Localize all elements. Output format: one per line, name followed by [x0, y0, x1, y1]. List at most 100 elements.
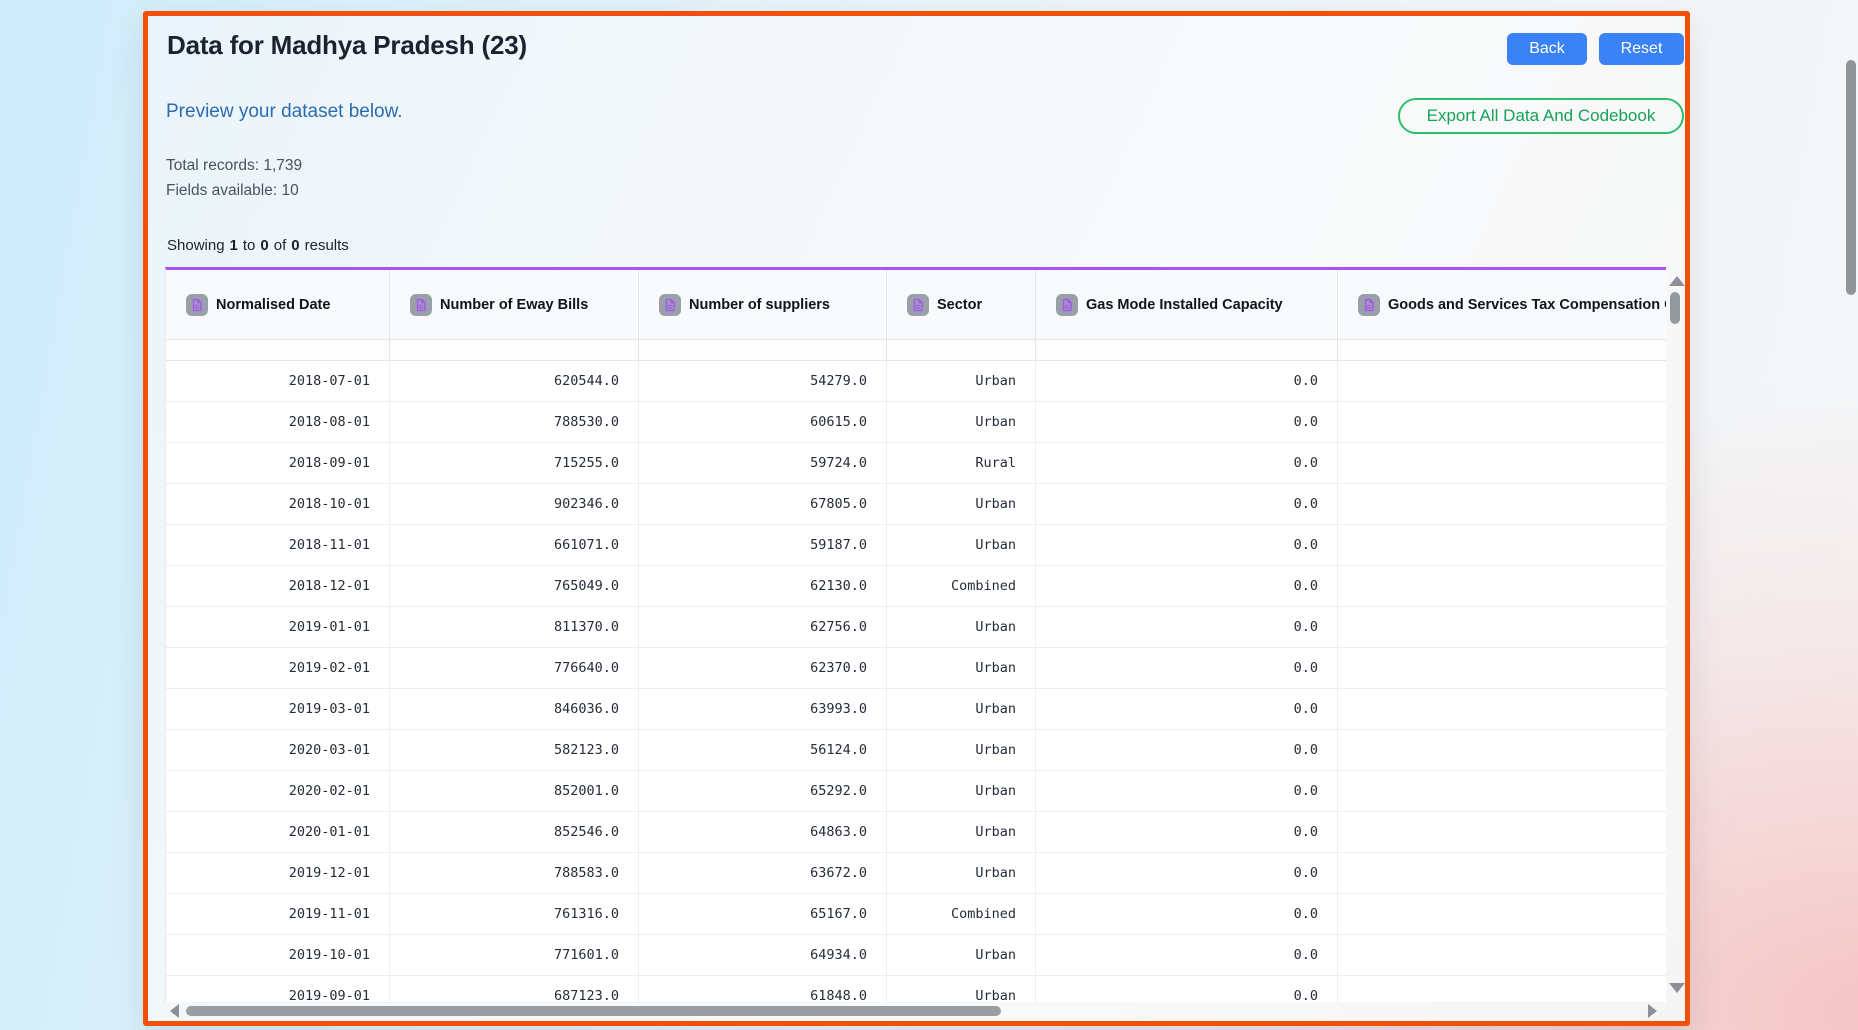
table-cell [1338, 443, 1666, 483]
table-cell: Urban [887, 361, 1036, 401]
document-icon [1056, 294, 1078, 316]
table-cell: 65167.0 [639, 894, 887, 934]
table-cell: 620544.0 [390, 361, 639, 401]
table-cell: 2019-09-01 [166, 976, 390, 1002]
table-cell: 2019-03-01 [166, 689, 390, 729]
showing-word: Showing [167, 237, 225, 254]
table-cell: 846036.0 [390, 689, 639, 729]
table-cell: 0.0 [1036, 566, 1338, 606]
table-row: 2019-12-01788583.063672.0Urban0.0 [166, 853, 1666, 894]
column-header[interactable]: Number of Eway Bills [390, 270, 639, 339]
scroll-left-button[interactable] [170, 1004, 179, 1018]
column-header-label: Number of suppliers [689, 297, 830, 313]
column-header[interactable]: Gas Mode Installed Capacity [1036, 270, 1338, 339]
table-cell: 54279.0 [639, 361, 887, 401]
table-cell: 2018-07-01 [166, 361, 390, 401]
page-scrollbar-thumb[interactable] [1846, 60, 1856, 295]
table-cell: 0.0 [1036, 771, 1338, 811]
table-cell: 0.0 [1036, 935, 1338, 975]
table-cell: Urban [887, 689, 1036, 729]
table-cell [1338, 935, 1666, 975]
scroll-up-button[interactable] [1669, 276, 1685, 286]
column-header[interactable]: Number of suppliers [639, 270, 887, 339]
table-cell: Urban [887, 853, 1036, 893]
table-cell: 661071.0 [390, 525, 639, 565]
document-icon [410, 294, 432, 316]
table-row: 2020-01-01852546.064863.0Urban0.0 [166, 812, 1666, 853]
table-cell [1338, 771, 1666, 811]
table-cell: 765049.0 [390, 566, 639, 606]
table-cell: 0.0 [1036, 689, 1338, 729]
table-cell: 61848.0 [639, 976, 887, 1002]
table-cell [1338, 361, 1666, 401]
column-header[interactable]: Goods and Services Tax Compensation Cess [1338, 270, 1666, 339]
fields-available-label: Fields available: 10 [166, 182, 299, 200]
table-cell: 2020-03-01 [166, 730, 390, 770]
column-header[interactable]: Sector [887, 270, 1036, 339]
table-cell: 0.0 [1036, 976, 1338, 1002]
table-cell: 788583.0 [390, 853, 639, 893]
table-row: 2018-10-01902346.067805.0Urban0.0 [166, 484, 1666, 525]
filter-cell [887, 340, 1036, 360]
table-cell: 65292.0 [639, 771, 887, 811]
horizontal-scrollbar-thumb[interactable] [186, 1006, 1001, 1016]
table-cell: Rural [887, 443, 1036, 483]
table-cell: 59724.0 [639, 443, 887, 483]
data-preview-table: Normalised Date Number of Eway Bills Num… [165, 267, 1666, 1002]
table-cell [1338, 730, 1666, 770]
table-cell: Urban [887, 935, 1036, 975]
filter-cell [166, 340, 390, 360]
table-cell: 0.0 [1036, 812, 1338, 852]
results-summary: Showing 1 to 0 of 0 results [167, 237, 349, 254]
table-cell: 582123.0 [390, 730, 639, 770]
table-row: 2019-02-01776640.062370.0Urban0.0 [166, 648, 1666, 689]
column-header-label: Sector [937, 297, 982, 313]
table-cell: 0.0 [1036, 443, 1338, 483]
scroll-right-button[interactable] [1648, 1004, 1657, 1018]
table-cell [1338, 525, 1666, 565]
table-cell: 0.0 [1036, 402, 1338, 442]
preview-subtitle: Preview your dataset below. [166, 101, 403, 123]
export-all-data-button[interactable]: Export All Data And Codebook [1398, 98, 1684, 134]
table-body: 2018-07-01620544.054279.0Urban0.02018-08… [166, 361, 1666, 1002]
table-cell: 0.0 [1036, 648, 1338, 688]
table-cell: 59187.0 [639, 525, 887, 565]
table-cell: Urban [887, 812, 1036, 852]
table-cell: 56124.0 [639, 730, 887, 770]
table-cell: 64863.0 [639, 812, 887, 852]
table-cell: 62756.0 [639, 607, 887, 647]
vertical-scrollbar-thumb[interactable] [1670, 292, 1680, 324]
table-cell: 776640.0 [390, 648, 639, 688]
table-cell [1338, 484, 1666, 524]
table-cell: 0.0 [1036, 607, 1338, 647]
table-cell: 715255.0 [390, 443, 639, 483]
table-cell: 902346.0 [390, 484, 639, 524]
table-row: 2019-03-01846036.063993.0Urban0.0 [166, 689, 1666, 730]
table-cell: 2019-10-01 [166, 935, 390, 975]
table-cell [1338, 648, 1666, 688]
table-row: 2018-09-01715255.059724.0Rural0.0 [166, 443, 1666, 484]
reset-button[interactable]: Reset [1599, 33, 1684, 65]
table-cell: 2018-08-01 [166, 402, 390, 442]
table-cell: 0.0 [1036, 730, 1338, 770]
back-button[interactable]: Back [1507, 33, 1587, 65]
column-header-label: Gas Mode Installed Capacity [1086, 297, 1283, 313]
showing-to: 0 [260, 237, 268, 254]
table-cell: 761316.0 [390, 894, 639, 934]
table-cell [1338, 607, 1666, 647]
table-cell [1338, 894, 1666, 934]
dataset-preview-panel: Data for Madhya Pradesh (23) Back Reset … [143, 11, 1690, 1026]
table-cell [1338, 976, 1666, 1002]
table-cell: 2020-02-01 [166, 771, 390, 811]
document-icon [659, 294, 681, 316]
table-cell: 2020-01-01 [166, 812, 390, 852]
of-word: of [274, 237, 287, 254]
table-cell: 2018-11-01 [166, 525, 390, 565]
filter-cell [1338, 340, 1666, 360]
table-cell: 771601.0 [390, 935, 639, 975]
column-header[interactable]: Normalised Date [166, 270, 390, 339]
column-header-label: Normalised Date [216, 297, 330, 313]
scroll-down-button[interactable] [1669, 983, 1685, 993]
table-cell: 67805.0 [639, 484, 887, 524]
document-icon [1358, 294, 1380, 316]
